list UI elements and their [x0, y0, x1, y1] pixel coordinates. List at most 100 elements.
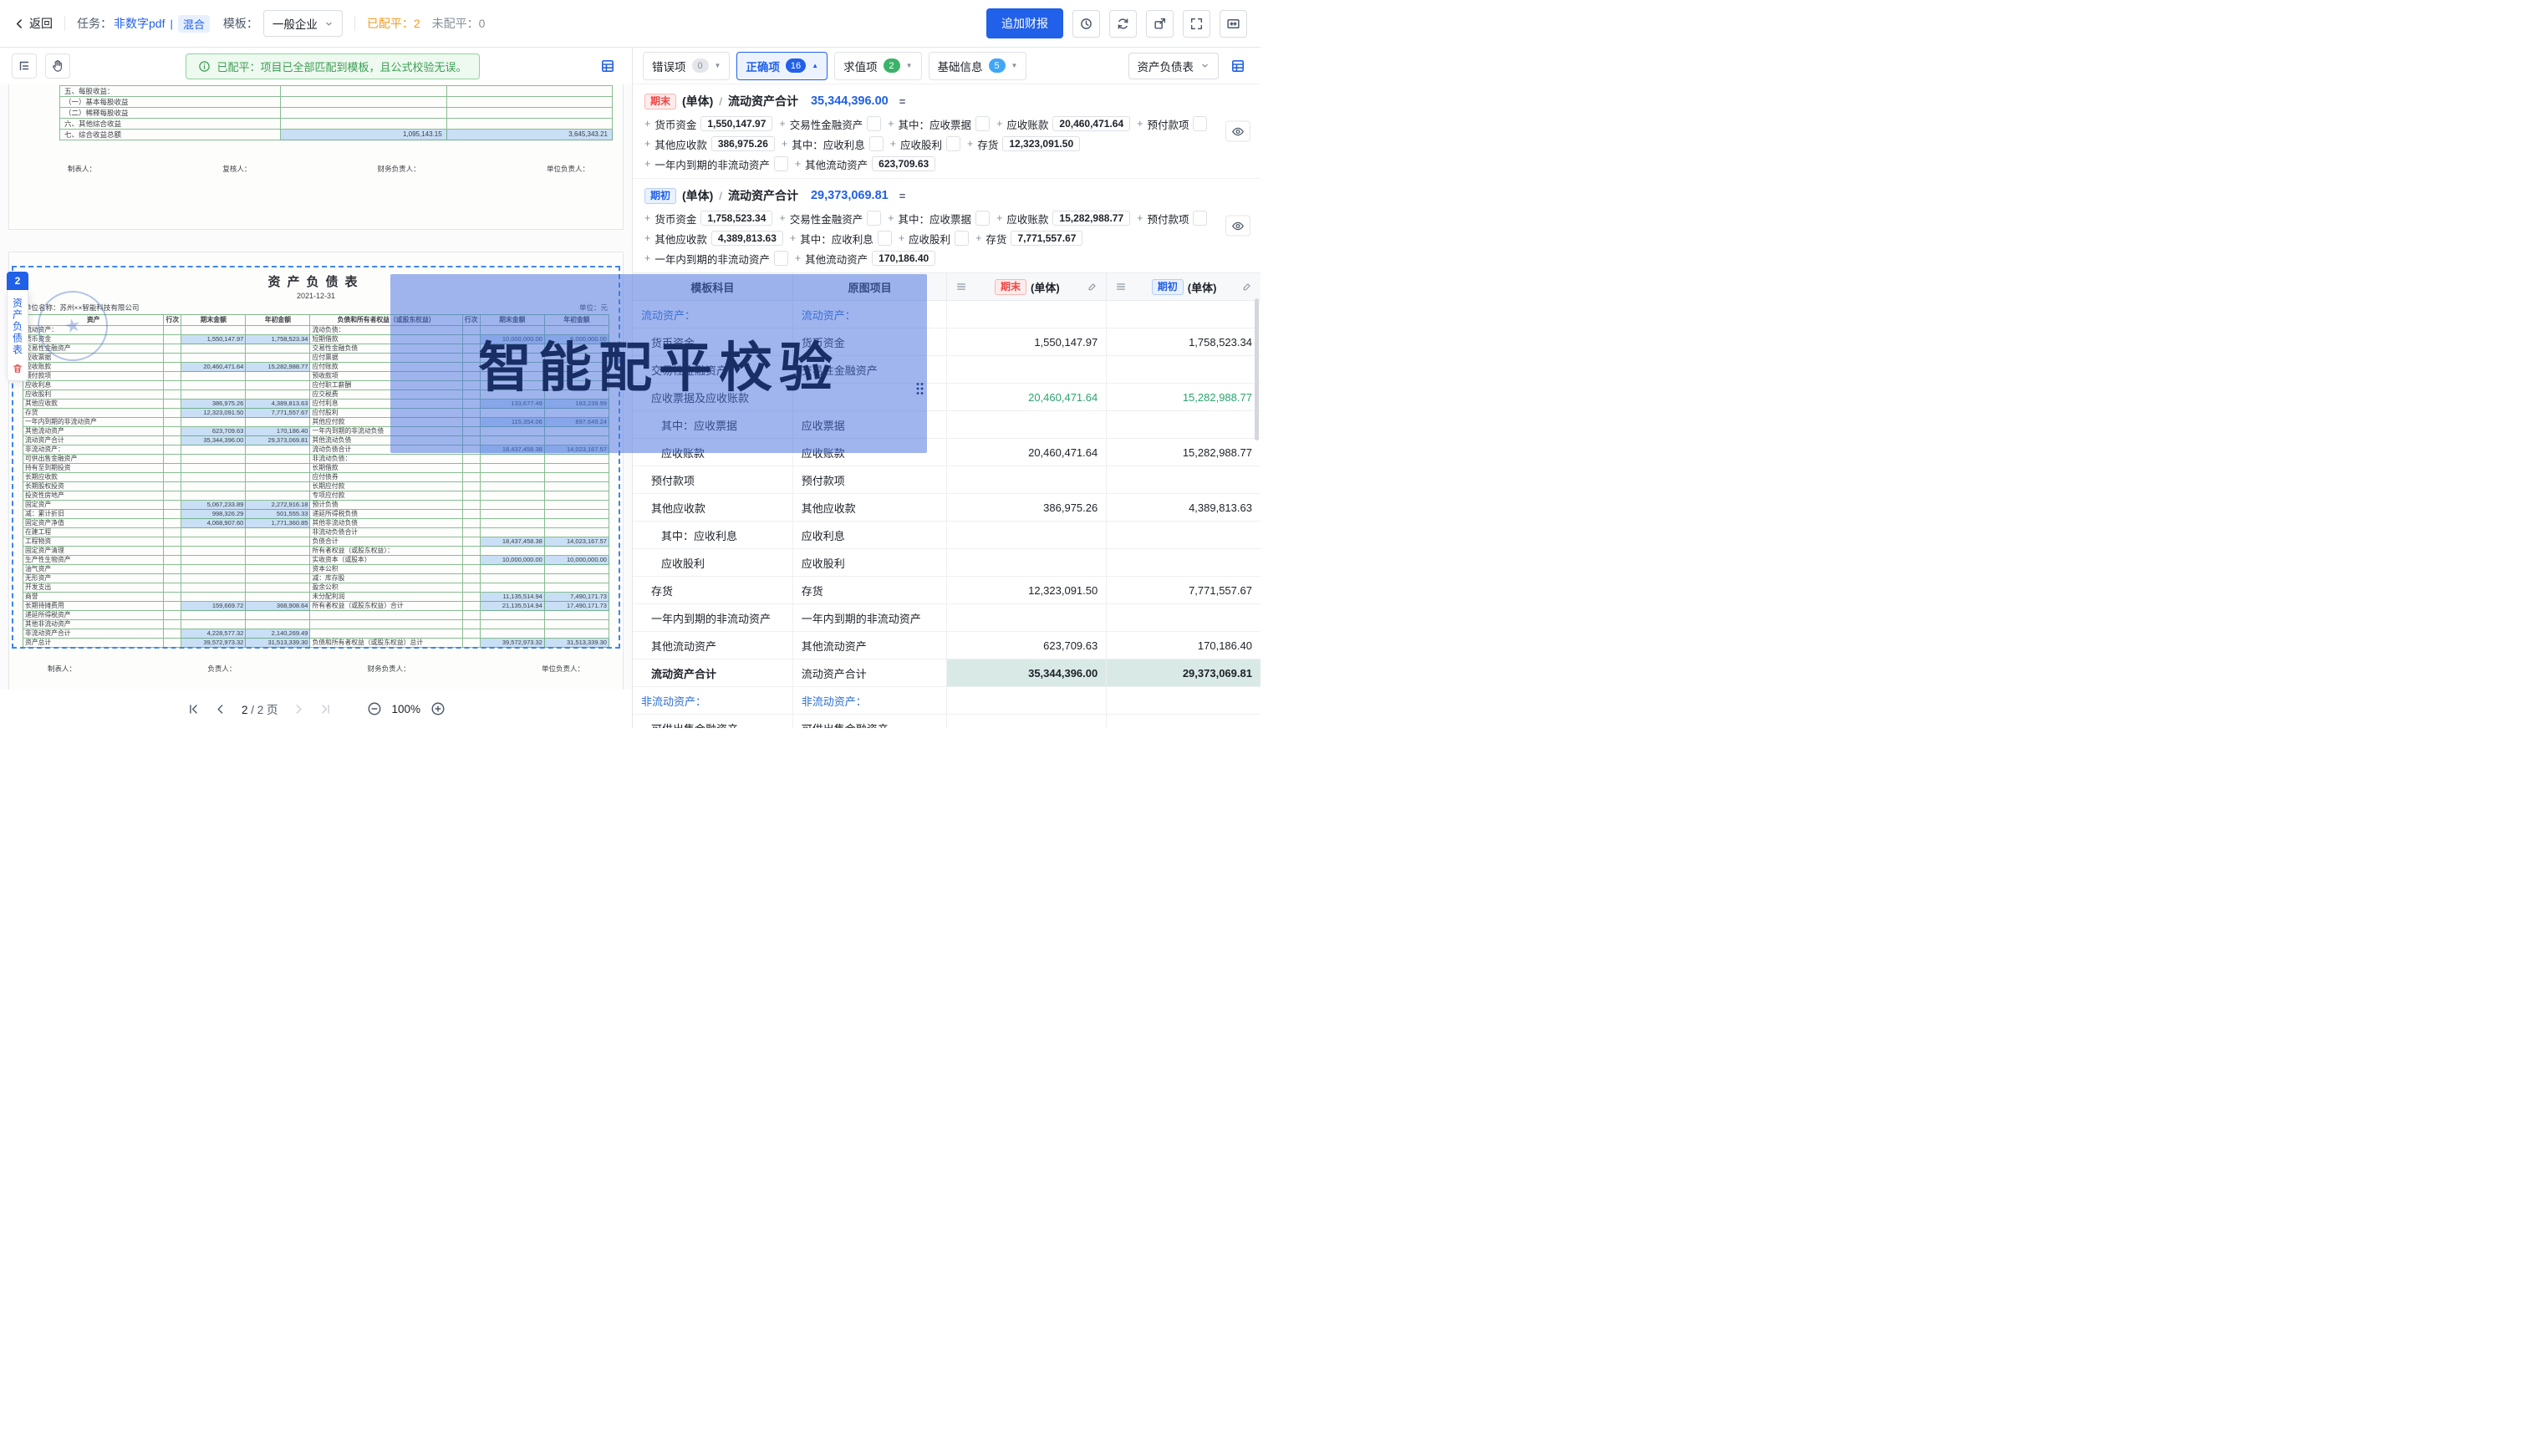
eye-button[interactable] [1225, 121, 1250, 142]
term-value-box[interactable]: 20,460,471.64 [1052, 116, 1130, 131]
term-value-box[interactable]: 4,389,813.63 [711, 231, 783, 246]
table-row[interactable]: 流动资产合计 流动资产合计 35,344,396.00 29,373,069.8… [633, 659, 1260, 687]
term-value-box[interactable] [867, 116, 881, 131]
term-value-box[interactable] [774, 251, 788, 266]
divider [64, 16, 65, 31]
term-value-box[interactable] [1193, 116, 1207, 131]
table-row[interactable]: 其他应收款 其他应收款 386,975.26 4,389,813.63 [633, 494, 1260, 522]
zoom-in-button[interactable] [429, 700, 447, 718]
watermark-overlay[interactable]: 智能配平校验 [390, 274, 927, 453]
term-label: 其他应收款 [654, 136, 707, 152]
term-label: 其中：应收利息 [792, 136, 865, 152]
term-value-box[interactable] [867, 211, 881, 226]
outline-icon [18, 59, 31, 73]
export-icon [1153, 17, 1167, 31]
scan-row: 七、综合收益总额 1,095,143.15 3,645,343.21 [60, 130, 613, 140]
formula-term: + 应收股利 [899, 230, 969, 247]
pan-hand-button[interactable] [45, 53, 70, 79]
fit-screen-button[interactable] [1220, 10, 1247, 38]
term-value-box[interactable] [1193, 211, 1207, 226]
formula-term: + 其中：应收利息 [782, 135, 884, 152]
term-value-box[interactable] [955, 231, 969, 246]
sync-button[interactable] [1109, 10, 1137, 38]
table-row[interactable]: 一年内到期的非流动资产 一年内到期的非流动资产 [633, 604, 1260, 632]
edit-icon[interactable] [1087, 282, 1098, 293]
formula-term: + 预付款项 [1137, 210, 1207, 227]
scan-row: 投资性房地产 专项应付款 [23, 491, 609, 501]
export-button[interactable] [1146, 10, 1174, 38]
table-row[interactable]: 其他流动资产 其他流动资产 623,709.63 170,186.40 [633, 632, 1260, 659]
signature-label: 负责人： [207, 664, 236, 674]
term-value-box[interactable]: 623,709.63 [872, 156, 935, 171]
table-config-button[interactable] [1225, 53, 1250, 79]
term-label: 其他应收款 [654, 231, 707, 247]
zoom-out-button[interactable] [365, 700, 384, 718]
formula-term: + 应收账款 20,460,471.64 [996, 115, 1130, 132]
formula-term: + 其他应收款 4,389,813.63 [644, 230, 783, 247]
template-subject-cell: 流动资产合计 [633, 659, 792, 687]
source-item-cell: 存货 [792, 577, 947, 604]
table-row[interactable]: 其中：应收利息 应收利息 [633, 522, 1260, 549]
term-value-box[interactable]: 7,771,557.67 [1011, 231, 1082, 246]
eye-icon [1231, 219, 1245, 232]
filter-arrow-icon: ▼ [906, 62, 913, 69]
scan-row: 可供出售金融资产 非流动负债： [23, 455, 609, 464]
scan-row: 开发支出 盈余公积 [23, 583, 609, 593]
first-page-button[interactable] [185, 700, 203, 718]
table-row[interactable]: 可供出售金融资产 可供出售金融资产 [633, 715, 1260, 728]
term-value-box[interactable] [774, 156, 788, 171]
back-button[interactable]: 返回 [13, 15, 53, 32]
term-value-box[interactable]: 386,975.26 [711, 136, 775, 151]
scrollbar-thumb[interactable] [1255, 298, 1259, 440]
filter-button[interactable]: 求值项 2 ▼ [834, 52, 921, 80]
table-row[interactable]: 预付款项 预付款项 [633, 466, 1260, 494]
term-label: 其他流动资产 [805, 251, 868, 267]
term-label: 应收账款 [1006, 116, 1048, 132]
next-page-button[interactable] [290, 700, 308, 718]
table-row[interactable]: 非流动资产： 非流动资产： [633, 687, 1260, 715]
filter-button[interactable]: 错误项 0 ▼ [643, 52, 730, 80]
filter-button[interactable]: 基础信息 5 ▼ [929, 52, 1027, 80]
fullscreen-button[interactable] [1183, 10, 1210, 38]
menu-icon[interactable] [955, 281, 967, 293]
eye-button[interactable] [1225, 216, 1250, 237]
template-subject-cell: 其他应收款 [633, 494, 792, 522]
term-value-box[interactable]: 15,282,988.77 [1052, 211, 1130, 226]
add-report-button[interactable]: 追加财报 [986, 8, 1063, 38]
table-row[interactable]: 存货 存货 12,323,091.50 7,771,557.67 [633, 577, 1260, 604]
term-value-box[interactable]: 170,186.40 [872, 251, 935, 266]
formula-term: + 其他流动资产 623,709.63 [795, 155, 935, 172]
source-item-cell: 应收股利 [792, 549, 947, 577]
formula-term: + 存货 12,323,091.50 [967, 135, 1080, 152]
term-value-box[interactable] [878, 231, 892, 246]
table-config-button[interactable] [595, 53, 620, 79]
end-value-cell: 35,344,396.00 [946, 659, 1106, 687]
sync-icon [1116, 17, 1130, 31]
term-value-box[interactable]: 1,758,523.34 [700, 211, 772, 226]
sheet-tab[interactable]: 2 资产负债表 [7, 272, 28, 381]
drag-handle-icon[interactable] [915, 381, 924, 396]
trash-icon[interactable] [12, 363, 23, 374]
term-value-box[interactable] [946, 136, 960, 151]
term-value-box[interactable]: 1,550,147.97 [700, 116, 772, 131]
filter-button[interactable]: 正确项 16 ▲ [736, 52, 828, 80]
edit-icon[interactable] [1241, 282, 1252, 293]
last-page-button[interactable] [317, 700, 335, 718]
filter-count-badge: 5 [989, 59, 1006, 73]
prev-page-button[interactable] [211, 700, 230, 718]
term-value-box[interactable] [975, 211, 990, 226]
term-value-box[interactable] [975, 116, 990, 131]
scan-row: （二）稀释每股收益 [60, 108, 613, 119]
outline-button[interactable] [12, 53, 37, 79]
topbar: 返回 任务： 非数字pdf | 混合 模板： 一般企业 已配平：2 未配平：0 … [0, 0, 1260, 48]
history-button[interactable] [1072, 10, 1100, 38]
menu-icon[interactable] [1115, 281, 1127, 293]
signature-label: 财务负责人： [378, 164, 420, 174]
scan-row: 固定资产清理 所有者权益（或股东权益）： [23, 547, 609, 556]
template-select[interactable]: 一般企业 [263, 10, 343, 37]
term-value-box[interactable]: 12,323,091.50 [1002, 136, 1080, 151]
term-label: 其中：应收票据 [899, 116, 972, 132]
table-row[interactable]: 应收股利 应收股利 [633, 549, 1260, 577]
report-select[interactable]: 资产负债表 [1128, 53, 1220, 79]
term-value-box[interactable] [869, 136, 884, 151]
